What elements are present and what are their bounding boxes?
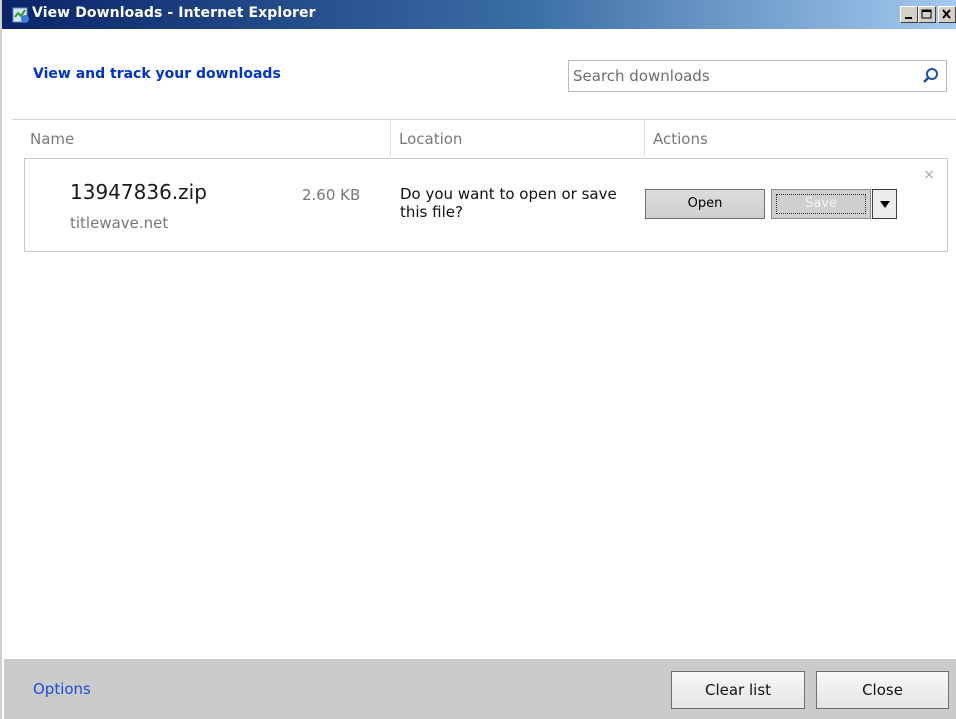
minimize-icon [905,17,912,19]
downloads-window: View Downloads - Internet Explorer View … [0,0,956,719]
page-heading: View and track your downloads [33,66,281,82]
maximize-icon [921,9,932,19]
download-item: 13947836.zip 2.60 KB titlewave.net Do yo… [24,158,948,252]
dropdown-arrow-icon [880,201,890,208]
search-input[interactable] [569,61,909,91]
column-header-name[interactable]: Name [30,130,74,148]
clear-list-button[interactable]: Clear list [671,671,805,709]
download-source: titlewave.net [70,214,169,232]
window-title: View Downloads - Internet Explorer [32,5,316,21]
title-bar[interactable]: View Downloads - Internet Explorer [2,0,956,29]
column-header-actions[interactable]: Actions [653,130,708,148]
download-prompt: Do you want to open or save this file? [400,185,617,221]
column-header-location[interactable]: Location [399,130,462,148]
search-icon[interactable] [922,67,940,85]
close-button[interactable]: Close [816,671,949,709]
download-size: 2.60 KB [302,186,361,204]
save-options-dropdown[interactable] [872,189,897,219]
column-separator[interactable] [644,120,645,156]
column-separator[interactable] [390,120,391,156]
maximize-button[interactable] [918,6,936,23]
search-box[interactable] [568,60,947,92]
options-link[interactable]: Options [33,680,91,698]
close-window-button[interactable] [938,6,956,23]
focus-ring [776,194,866,214]
dismiss-icon[interactable]: × [923,167,935,183]
download-filename: 13947836.zip [70,180,207,204]
minimize-button[interactable] [900,6,918,23]
footer-bar: Options Clear list Close [4,659,956,719]
open-button[interactable]: Open [645,189,765,219]
save-button[interactable]: Save [771,189,871,219]
close-icon [942,9,951,19]
ie-downloads-icon [12,7,29,23]
column-headers: Name Location Actions [12,119,956,157]
